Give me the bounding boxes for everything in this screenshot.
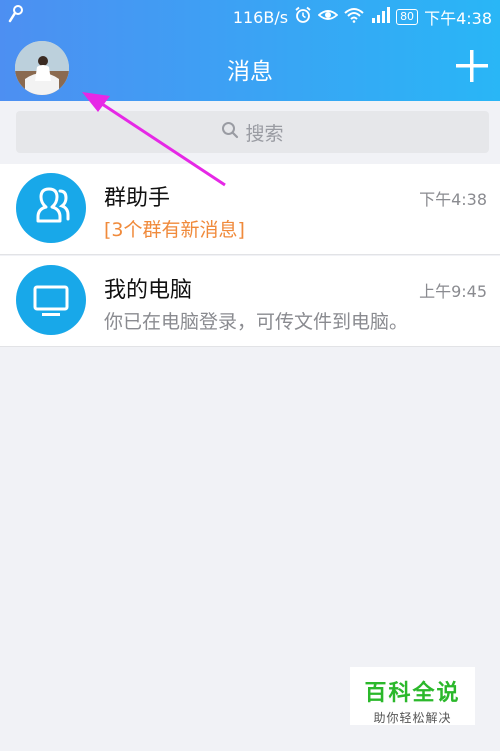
chat-time: 上午9:45 [419,282,487,301]
status-bar: 116B/s 80 下午4:38 [0,0,500,30]
wifi-icon [344,7,364,27]
chat-name: 我的电脑 [104,278,193,303]
chat-time: 下午4:38 [419,190,487,209]
chat-item-group-assistant[interactable]: 群助手 下午4:38 [3个群有新消息] [0,164,500,255]
eye-icon [317,7,339,27]
header: 消息 [0,32,500,101]
battery-icon: 80 [396,9,419,25]
plus-icon[interactable] [456,50,488,82]
alarm-icon [294,6,312,28]
network-speed: 116B/s [232,7,289,27]
watermark-main: 百科全说 [364,681,461,706]
search-placeholder: 搜索 [245,122,284,145]
key-icon [8,5,24,27]
chat-name: 群助手 [104,186,171,211]
page-title: 消息 [227,59,273,85]
chat-item-my-computer[interactable]: 我的电脑 上午9:45 你已在电脑登录，可传文件到电脑。 [0,256,500,347]
computer-icon [16,265,86,335]
status-time: 下午4:38 [424,9,492,28]
chat-preview: 你已在电脑登录，可传文件到电脑。 [104,311,409,333]
signal-icon [370,7,391,27]
chat-preview: [3个群有新消息] [104,219,245,241]
watermark-sub: 助你轻松解决 [373,711,452,725]
watermark: 百科全说 助你轻松解决 [350,667,475,725]
group-assistant-icon [16,173,86,243]
search-input[interactable]: 搜索 [16,111,489,153]
top-bar: 116B/s 80 下午4:38 消息 [0,0,500,101]
search-icon [221,121,239,144]
